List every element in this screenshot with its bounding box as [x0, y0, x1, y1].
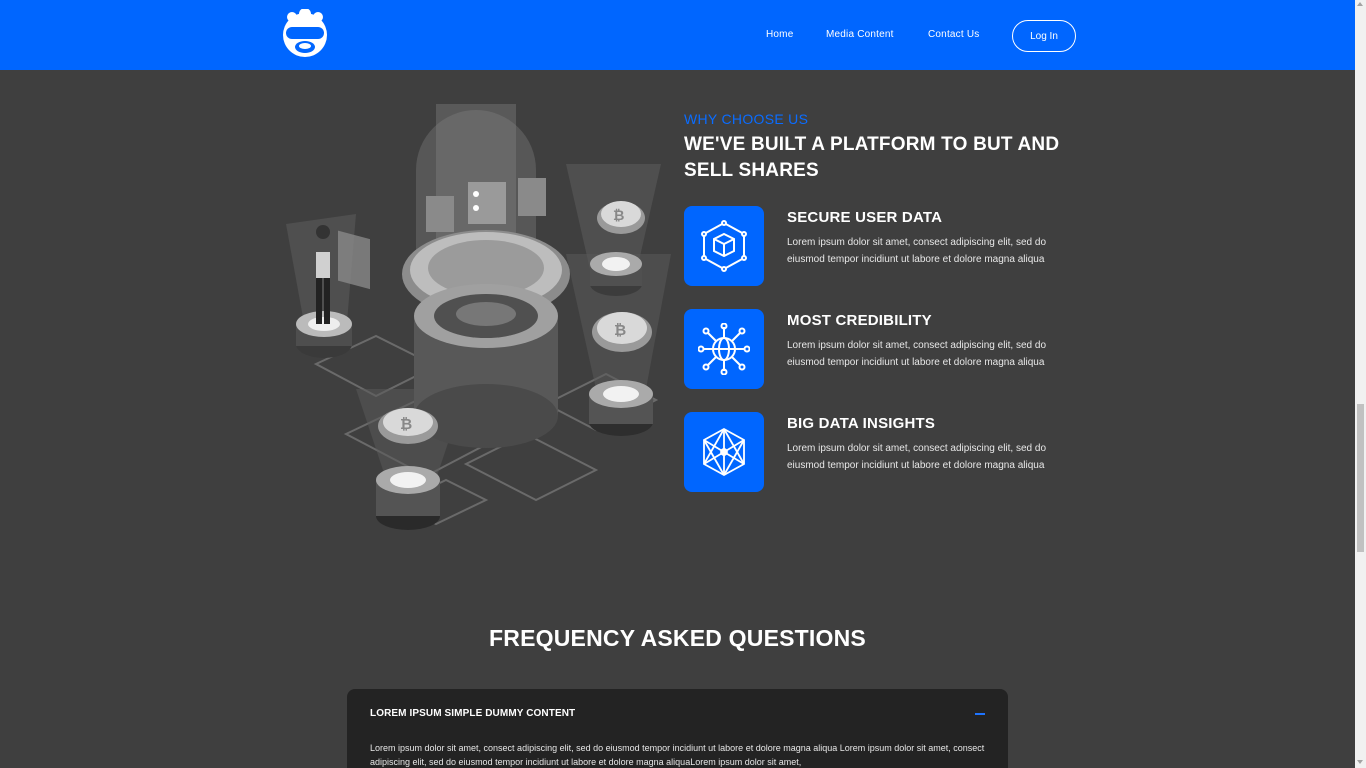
network-globe-icon — [684, 309, 764, 389]
scroll-up-arrow-icon[interactable] — [1357, 2, 1363, 6]
faq-heading: FREQUENCY ASKED QUESTIONS — [489, 625, 866, 651]
section-eyebrow: WHY CHOOSE US — [684, 111, 809, 127]
section-headline: WE'VE BUILT A PLATFORM TO BUT AND SELL S… — [684, 134, 1060, 181]
page-scrollbar[interactable] — [1355, 0, 1366, 768]
collapse-minus-icon[interactable] — [975, 713, 985, 715]
data-mesh-icon — [684, 412, 764, 492]
nav-link-home[interactable]: Home — [766, 29, 793, 40]
svg-text:₿: ₿ — [614, 321, 626, 339]
feature-title: SECURE USER DATA — [787, 209, 943, 226]
feature-title: MOST CREDIBILITY — [787, 312, 932, 329]
login-button[interactable]: Log In — [1012, 20, 1076, 52]
monkey-logo-icon[interactable] — [280, 8, 330, 59]
faq-question[interactable]: LOREM IPSUM SIMPLE DUMMY CONTENT — [370, 708, 575, 719]
top-navbar: Home Media Content Contact Us Log In — [0, 0, 1355, 70]
scroll-down-arrow-icon[interactable] — [1357, 760, 1363, 764]
feature-title: BIG DATA INSIGHTS — [787, 415, 936, 432]
feature-text: Lorem ipsum dolor sit amet, consect adip… — [787, 443, 1047, 471]
feature-text: Lorem ipsum dolor sit amet, consect adip… — [787, 237, 1047, 265]
svg-text:₿: ₿ — [400, 415, 412, 433]
nav-link-media-content[interactable]: Media Content — [826, 29, 894, 40]
svg-text:₿: ₿ — [613, 208, 624, 224]
nav-link-contact-us[interactable]: Contact Us — [928, 29, 979, 40]
cube-icon — [684, 206, 764, 286]
faq-answer: Lorem ipsum dolor sit amet, consect adip… — [370, 743, 985, 767]
feature-text: Lorem ipsum dolor sit amet, consect adip… — [787, 340, 1047, 368]
faq-item[interactable]: LOREM IPSUM SIMPLE DUMMY CONTENT Lorem i… — [347, 689, 1008, 768]
isometric-crypto-illustration: ₿ ₿ ₿ — [276, 104, 676, 540]
scrollbar-thumb[interactable] — [1357, 404, 1364, 552]
